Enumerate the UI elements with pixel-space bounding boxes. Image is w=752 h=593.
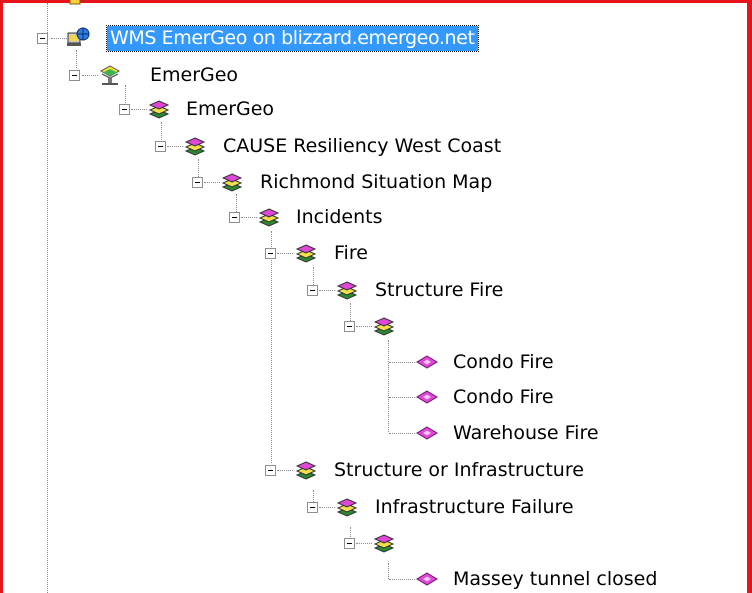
layer-stack-icon (258, 207, 280, 227)
collapse-toggle[interactable] (192, 177, 203, 188)
layer-diamond-icon (415, 570, 438, 590)
layer-stack-icon (295, 243, 317, 263)
tree-node-label[interactable]: Fire (331, 241, 371, 266)
layer-icon (67, 0, 89, 7)
collapse-toggle[interactable] (69, 70, 80, 81)
tree-node-label[interactable] (398, 531, 404, 556)
collapse-toggle[interactable] (344, 321, 355, 332)
tree-line (241, 217, 257, 218)
tree-line (51, 38, 67, 39)
tree-line (125, 85, 126, 103)
tree-line (389, 397, 415, 398)
layer-stack-icon (184, 136, 206, 156)
collapse-toggle[interactable] (229, 212, 240, 223)
tree-node-label[interactable]: Warehouse Fire (450, 421, 602, 446)
tree-line (271, 231, 272, 463)
tree-line (319, 290, 335, 291)
collapse-toggle[interactable] (265, 465, 276, 476)
tree-line (389, 433, 415, 434)
tree-node-label[interactable]: WMS EmerGeo on blizzard.emergeo.net (106, 25, 479, 52)
tree-node-label[interactable]: Structure or Infrastructure (331, 458, 587, 483)
tree-line (356, 543, 372, 544)
collapse-toggle[interactable] (307, 502, 318, 513)
tree-line (76, 50, 77, 68)
layer-diamond-icon (415, 388, 438, 408)
layer-stack-icon (221, 172, 243, 192)
tree-node-label[interactable] (398, 314, 404, 339)
collapse-toggle[interactable] (265, 248, 276, 259)
collapse-toggle[interactable] (119, 104, 130, 115)
tree-node-label[interactable]: CAUSE Resiliency West Coast (220, 134, 504, 159)
tree-node-label[interactable]: EmerGeo (183, 97, 277, 122)
tree-node-label[interactable]: Massey tunnel closed (450, 567, 660, 592)
tree-line (313, 267, 314, 285)
layer-stack-icon (336, 497, 358, 517)
tree-line (198, 159, 199, 177)
layer-stack-icon (148, 99, 170, 119)
layer-group-icon (99, 64, 121, 85)
tree-line (82, 75, 98, 76)
tree-line (389, 579, 415, 580)
tree-node-label[interactable]: Richmond Situation Map (257, 170, 495, 195)
tree-line (319, 507, 335, 508)
layer-stack-icon (373, 316, 395, 336)
tree-line (204, 182, 220, 183)
tree-line (131, 109, 147, 110)
collapse-toggle[interactable] (344, 538, 355, 549)
tree-line (389, 362, 415, 363)
tree-line (236, 194, 237, 212)
collapse-toggle[interactable] (155, 141, 166, 152)
layer-diamond-icon (415, 424, 438, 444)
layer-diamond-icon (415, 353, 438, 373)
collapse-toggle[interactable] (37, 33, 48, 44)
tree-line (350, 303, 351, 321)
tree-line (356, 326, 372, 327)
tree-panel: WMS EmerGeo on blizzard.emergeo.net Emer… (0, 0, 752, 593)
tree-node-label[interactable]: Structure Fire (372, 278, 506, 303)
tree-node-label[interactable]: Infrastructure Failure (372, 495, 577, 520)
tree-line (161, 122, 162, 140)
layer-stack-icon (295, 460, 317, 480)
tree-line (167, 146, 183, 147)
tree-node-label[interactable]: EmerGeo (147, 63, 241, 88)
layer-stack-icon (336, 280, 358, 300)
tree-node-label[interactable]: Condo Fire (450, 350, 557, 375)
layer-stack-icon (373, 533, 395, 553)
tree-line (388, 563, 389, 579)
tree-node-label[interactable]: Condo Fire (450, 385, 557, 410)
tree-line (47, 3, 48, 593)
tree-node-label[interactable]: Incidents (293, 205, 386, 230)
tree-line (277, 470, 293, 471)
tree-line (388, 340, 389, 432)
wms-server-icon (66, 27, 90, 47)
collapse-toggle[interactable] (307, 285, 318, 296)
tree-line (277, 253, 293, 254)
